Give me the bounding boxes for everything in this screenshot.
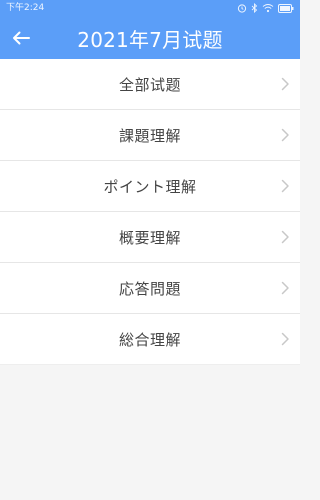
- menu-item-quick-response[interactable]: 応答問題: [0, 263, 300, 314]
- back-button[interactable]: [8, 26, 34, 52]
- menu-item-label: 総合理解: [118, 330, 181, 349]
- bluetooth-icon: [251, 3, 258, 13]
- question-type-list: 全部试题 課題理解 ポイント理解 概要理解 応答問題 総合理解: [0, 59, 300, 365]
- menu-item-summary-comprehension[interactable]: 概要理解: [0, 212, 300, 263]
- menu-item-all-questions[interactable]: 全部试题: [0, 59, 300, 110]
- menu-item-task-comprehension[interactable]: 課題理解: [0, 110, 300, 161]
- page-title: 2021年7月试题: [77, 28, 223, 52]
- app-header: 下午2:24 2021年7月试题: [0, 0, 300, 59]
- chevron-right-icon: [281, 281, 289, 295]
- chevron-right-icon: [281, 77, 289, 91]
- menu-item-label: ポイント理解: [103, 177, 197, 196]
- menu-item-label: 全部试题: [118, 75, 181, 94]
- chevron-right-icon: [281, 230, 289, 244]
- menu-item-label: 応答問題: [118, 279, 181, 298]
- chevron-right-icon: [281, 179, 289, 193]
- battery-icon: [278, 3, 294, 13]
- menu-item-integrated-comprehension[interactable]: 総合理解: [0, 314, 300, 365]
- status-time: 下午2:24: [6, 3, 45, 13]
- chevron-right-icon: [281, 128, 289, 142]
- chevron-right-icon: [281, 332, 289, 346]
- alarm-icon: [237, 3, 247, 13]
- back-arrow-icon: [12, 30, 30, 49]
- status-bar: 下午2:24: [0, 0, 300, 18]
- menu-item-point-comprehension[interactable]: ポイント理解: [0, 161, 300, 212]
- menu-item-label: 概要理解: [118, 228, 181, 247]
- menu-item-label: 課題理解: [118, 126, 181, 145]
- wifi-icon: [262, 3, 274, 13]
- status-icons: [237, 2, 294, 14]
